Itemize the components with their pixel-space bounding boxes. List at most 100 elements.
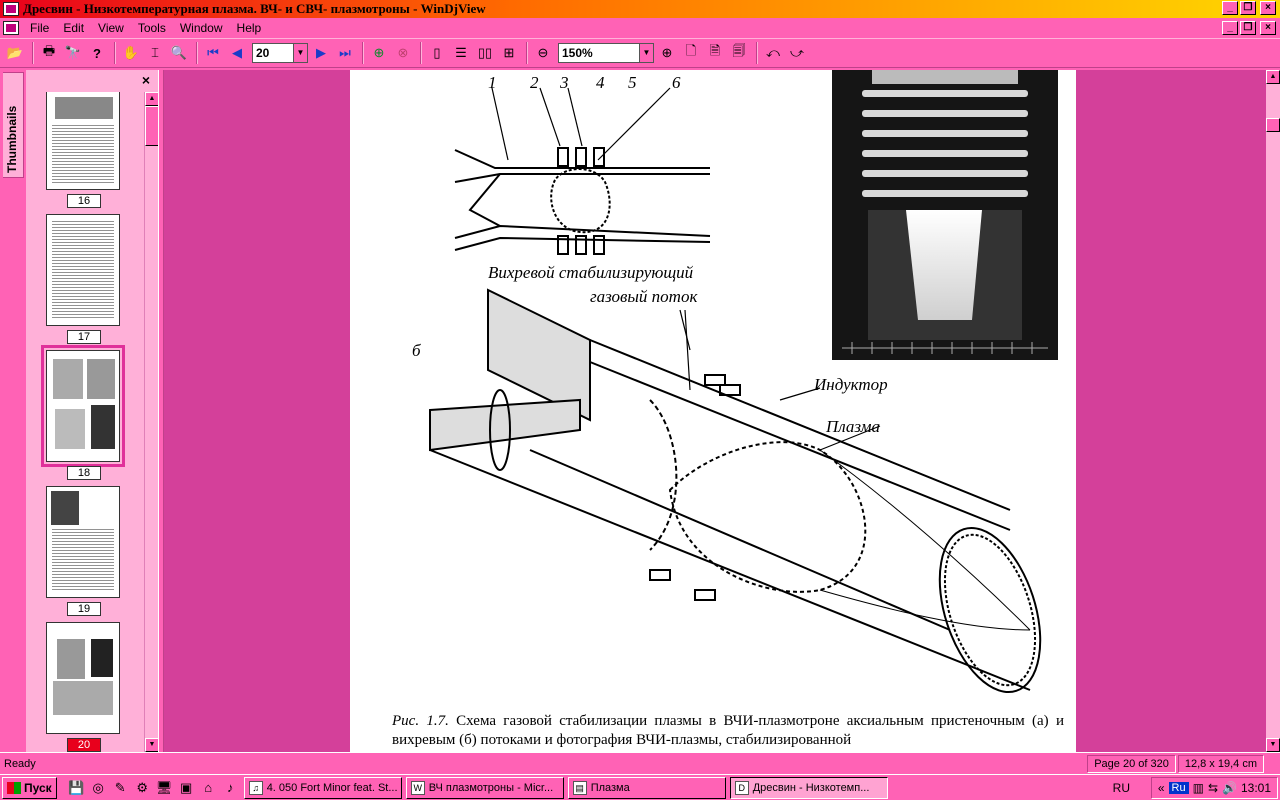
zoom-input[interactable]: 150% ▼ [558,43,654,63]
zoom-tool-icon[interactable]: 🔍 [168,42,190,64]
forward-icon[interactable]: ⊗ [392,42,414,64]
network-status-icon[interactable]: ⇆ [1208,781,1218,795]
network-icon[interactable]: ⚙ [133,778,152,797]
thumbnails-scrollbar[interactable]: ▲ ▼ [144,92,159,752]
tray-expand-icon[interactable]: « [1158,781,1165,795]
print-icon[interactable]: 🖶 [38,42,60,64]
task-button-music[interactable]: ♫ 4. 050 Fort Minor feat. St... [243,776,402,799]
scroll-up-icon[interactable]: ▲ [145,92,159,106]
fit-width-icon[interactable]: 🗎 [704,42,726,64]
facing-icon[interactable]: ▯▯ [474,42,496,64]
caption-prefix: Рис. 1.7. [392,713,449,729]
menu-file[interactable]: File [23,21,56,35]
music-icon[interactable]: ♪ [221,778,240,797]
label-4: 4 [596,73,605,92]
doc-restore-button[interactable]: ❐ [1240,21,1256,35]
continuous-facing-icon[interactable]: ⊞ [498,42,520,64]
fit-page-icon[interactable]: 🗋 [680,42,702,64]
task-button-word[interactable]: W ВЧ плазмотроны - Micr... [405,776,564,799]
scroll-down-icon[interactable]: ▼ [1266,738,1280,752]
language-indicator[interactable]: RU [1113,781,1130,795]
label-vortex-line1: Вихревой стабилизирующий [488,263,694,282]
start-button[interactable]: Пуск [2,776,57,799]
task-label: ВЧ плазмотроны - Micr... [428,781,554,794]
zoom-value: 150% [562,46,593,60]
zoom-in-icon[interactable]: ⊕ [656,42,678,64]
label-2: 2 [530,73,539,92]
scroll-thumb[interactable] [1266,118,1280,132]
clock[interactable]: 13:01 [1241,781,1271,795]
scroll-up-icon[interactable]: ▲ [1266,70,1280,84]
chevron-down-icon[interactable]: ▼ [639,44,653,62]
shortcut-icon[interactable]: ⌂ [199,778,218,797]
document-view[interactable]: 1 2 3 4 5 6 Вихревой стабилизирующий газ… [164,70,1266,752]
thumbnail-page-20[interactable] [46,622,120,734]
media-icon[interactable]: ▣ [177,778,196,797]
task-button-folder[interactable]: ▤ Плазма [567,776,726,799]
task-button-windjview[interactable]: D Дресвин - Низкотемп... [729,776,888,799]
app-icon[interactable] [3,2,19,16]
maximize-button[interactable]: ❐ [1240,1,1256,15]
menu-edit[interactable]: Edit [56,21,91,35]
scroll-down-icon[interactable]: ▼ [145,738,159,752]
tab-thumbnails[interactable]: Thumbnails [3,72,24,178]
label-1: 1 [488,73,497,92]
editor-icon[interactable]: ✎ [111,778,130,797]
opera-icon[interactable]: ◎ [89,778,108,797]
thumbnail-label: 16 [67,194,101,208]
scroll-thumb[interactable] [145,106,159,146]
select-tool-icon[interactable]: ⌶ [144,42,166,64]
rotate-right-icon[interactable]: ⤻ [786,42,808,64]
thumbnail-label: 19 [67,602,101,616]
find-icon[interactable]: 🔭 [62,42,84,64]
hand-tool-icon[interactable]: ✋ [120,42,142,64]
last-page-icon[interactable]: ⏭ [334,42,356,64]
thumbnail-page-16[interactable] [46,92,120,190]
thumbnail-page-17[interactable] [46,214,120,326]
menu-help[interactable]: Help [230,21,269,35]
task-label: 4. 050 Fort Minor feat. St... [266,781,398,794]
tray-app-icon[interactable]: ▥ [1193,781,1204,795]
rotate-left-icon[interactable]: ⤺ [762,42,784,64]
doc-minimize-button[interactable]: _ [1222,21,1238,35]
volume-icon[interactable]: 🔊 [1222,781,1237,795]
page-number-input[interactable]: 20 ▼ [252,43,308,63]
keyboard-layout-icon[interactable]: Ru [1168,782,1189,794]
continuous-icon[interactable]: ☰ [450,42,472,64]
single-page-icon[interactable]: ▯ [426,42,448,64]
task-label: Дресвин - Низкотемп... [752,781,870,794]
close-icon[interactable]: × [142,72,150,88]
document-page: 1 2 3 4 5 6 Вихревой стабилизирующий газ… [350,70,1076,752]
page-number-value: 20 [256,46,270,60]
computer-icon[interactable]: 🖥 [155,778,174,797]
previous-page-icon[interactable]: ◀ [226,42,248,64]
windjview-icon: D [734,780,749,795]
help-icon[interactable]: ? [86,42,108,64]
zoom-out-icon[interactable]: ⊖ [532,42,554,64]
menu-view[interactable]: View [91,21,131,35]
doc-close-button[interactable]: × [1260,21,1276,35]
menu-window[interactable]: Window [173,21,230,35]
first-page-icon[interactable]: ⏮ [202,42,224,64]
menu-tools[interactable]: Tools [131,21,173,35]
thumbnail-page-18[interactable] [41,345,125,467]
chevron-down-icon[interactable]: ▼ [293,44,307,62]
close-window-button[interactable]: × [1260,1,1276,15]
next-page-icon[interactable]: ▶ [310,42,332,64]
save-icon[interactable]: 💾 [67,778,86,797]
windows-logo-icon [7,781,21,794]
folder-icon: ▤ [572,780,587,795]
thumbnail-page-19[interactable] [46,486,120,598]
system-tray: « Ru ▥ ⇆ 🔊 13:01 [1150,777,1278,799]
back-icon[interactable]: ⊕ [368,42,390,64]
label-vortex-line2: газовый поток [590,287,698,306]
open-icon[interactable]: 📂 [4,42,26,64]
label-plasma: Плазма [825,417,880,436]
status-text: Ready [4,757,36,770]
document-icon[interactable] [3,21,19,35]
thumbnails-list[interactable]: 16 17 18 19 20 [30,92,144,752]
actual-size-icon[interactable]: 🗐 [728,42,750,64]
document-scrollbar[interactable]: ▲ ▼ [1266,70,1280,752]
tab-thumbnails-label: Thumbnails [5,105,19,173]
minimize-button[interactable]: _ [1222,1,1238,15]
